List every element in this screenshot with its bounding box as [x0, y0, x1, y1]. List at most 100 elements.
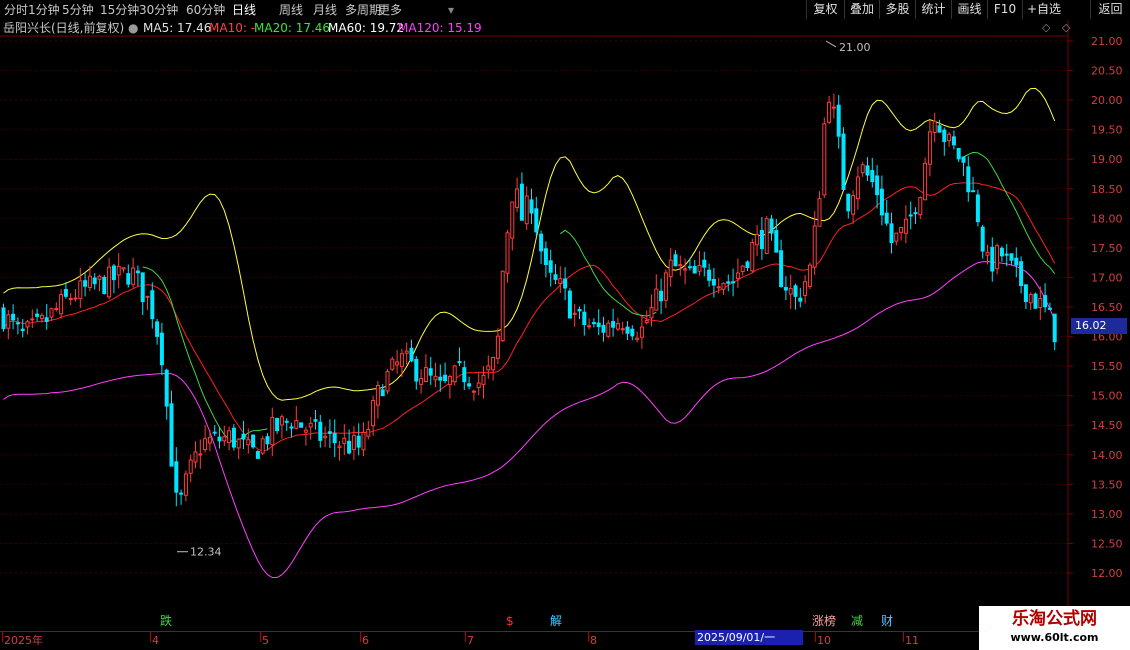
- candle-body: [827, 101, 832, 123]
- candle-body: [457, 361, 462, 364]
- toolbar-button-7[interactable]: 返回: [1090, 0, 1130, 19]
- candle-body: [447, 375, 452, 386]
- candle-body: [30, 318, 35, 321]
- candle-body: [231, 427, 236, 448]
- candle-body: [807, 264, 812, 287]
- candle-body: [6, 314, 11, 329]
- candle-body: [942, 129, 947, 142]
- toolbar-button-4[interactable]: 画线: [951, 0, 987, 19]
- kline-chart[interactable]: 21.00 20.50 20.00 19.50 19.00 18.50 18.00 17.50…: [0, 0, 1130, 650]
- candle-body: [625, 326, 630, 334]
- candle-body: [731, 281, 736, 284]
- candle-body: [659, 290, 664, 302]
- candle-body: [726, 281, 731, 284]
- more-chevron-icon[interactable]: ▾: [448, 2, 454, 18]
- candle-body: [155, 321, 160, 337]
- candle-body: [207, 436, 212, 444]
- candle-body: [227, 430, 232, 443]
- candle-body: [327, 431, 332, 434]
- event-marker-4[interactable]: 减: [850, 614, 864, 629]
- candle-body: [956, 147, 961, 160]
- candle-body: [351, 435, 356, 450]
- period-tab-4[interactable]: 30分钟: [139, 2, 178, 18]
- diamond-icon[interactable]: ◇: [1042, 21, 1050, 34]
- event-marker-0[interactable]: 跌: [159, 614, 173, 629]
- event-marker-1[interactable]: $: [505, 614, 515, 629]
- candle-body: [11, 313, 16, 321]
- period-tab-7[interactable]: 周线: [279, 2, 303, 18]
- candle-body: [692, 266, 697, 274]
- candle-body: [899, 226, 904, 233]
- candle-body: [1, 307, 6, 330]
- toolbar-button-0[interactable]: 复权: [806, 0, 844, 19]
- candle-body: [865, 165, 870, 176]
- period-tab-2[interactable]: 5分钟: [62, 2, 94, 18]
- event-marker-5[interactable]: 财: [880, 614, 894, 629]
- candle-body: [1009, 253, 1014, 261]
- time-label-1: 4: [152, 634, 159, 647]
- candle-body: [78, 280, 83, 300]
- candle-body: [39, 314, 44, 319]
- toolbar-button-6[interactable]: +自选: [1022, 0, 1065, 19]
- chevron-icon[interactable]: ◇: [1062, 21, 1070, 34]
- event-marker-3[interactable]: 涨榜: [811, 614, 837, 629]
- candle-body: [524, 195, 529, 225]
- candle-body: [673, 254, 678, 267]
- candle-body: [217, 436, 222, 442]
- candle-body: [107, 266, 112, 298]
- candle-body: [884, 212, 889, 224]
- candle-body: [923, 162, 928, 201]
- period-tab-1[interactable]: 1分钟: [28, 2, 60, 18]
- candle-body: [755, 233, 760, 246]
- period-toolbar: 分时 1分钟 5分钟 15分钟 30分钟 60分钟 日线 周线 月线 多周期 更多 ▾ 复权 叠加 多股 统计…: [0, 0, 1130, 20]
- toolbar-button-3[interactable]: 统计: [915, 0, 951, 19]
- time-tick: [2, 632, 3, 642]
- period-tab-6[interactable]: 日线: [232, 2, 256, 18]
- candle-body: [639, 326, 644, 338]
- candle-body: [371, 400, 376, 427]
- candle-body: [1038, 297, 1043, 309]
- candle-body: [318, 421, 323, 441]
- candle-body: [313, 419, 318, 422]
- candle-body: [131, 267, 136, 285]
- candle-body: [423, 367, 428, 382]
- candle-body: [851, 195, 856, 215]
- candle-body: [879, 188, 884, 216]
- candle-body: [697, 264, 702, 272]
- candle-body: [913, 212, 918, 215]
- period-tab-8[interactable]: 月线: [313, 2, 337, 18]
- candle-body: [135, 270, 140, 274]
- candle-body: [889, 223, 894, 243]
- candle-body: [366, 429, 371, 437]
- toolbar-button-1[interactable]: 叠加: [844, 0, 879, 19]
- candle-body: [169, 403, 174, 467]
- candle-body: [999, 247, 1004, 257]
- candle-body: [985, 251, 990, 256]
- candle-body: [414, 358, 419, 382]
- candle-body: [961, 156, 966, 163]
- candle-body: [73, 297, 78, 300]
- event-marker-2[interactable]: 解: [549, 614, 563, 629]
- candle-body: [745, 261, 750, 269]
- settings-dot-icon[interactable]: ●: [128, 20, 138, 36]
- candle-body: [462, 367, 467, 383]
- candle-body: [894, 232, 899, 242]
- candle-body: [620, 328, 625, 331]
- period-tab-10[interactable]: 更多: [378, 2, 402, 18]
- period-tab-5[interactable]: 60分钟: [186, 2, 225, 18]
- period-tab-0[interactable]: 分时: [4, 2, 28, 18]
- toolbar-button-2[interactable]: 多股: [879, 0, 915, 19]
- candle-body: [539, 233, 544, 252]
- candle-body: [97, 275, 102, 280]
- time-label-4: 7: [467, 634, 474, 647]
- candle-body: [846, 193, 851, 212]
- period-tab-9[interactable]: 多周期: [345, 2, 381, 18]
- toolbar-button-5[interactable]: F10: [987, 0, 1022, 19]
- candle-body: [663, 272, 668, 301]
- candle-body: [529, 199, 534, 214]
- period-tab-3[interactable]: 15分钟: [100, 2, 139, 18]
- price-label: 21.00: [1091, 35, 1123, 48]
- candle-body: [68, 297, 73, 300]
- candle-body: [491, 357, 496, 371]
- candle-body: [995, 245, 1000, 270]
